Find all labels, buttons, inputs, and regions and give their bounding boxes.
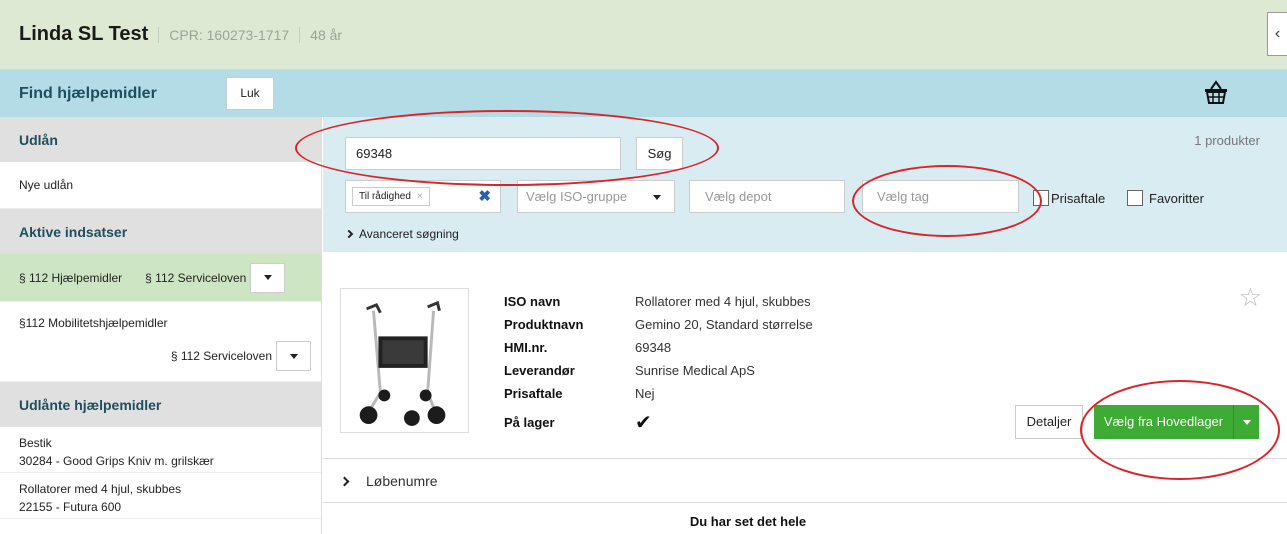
chevron-left-icon[interactable]: ‹ — [1267, 12, 1287, 56]
attribute-value: Sunrise Medical ApS — [635, 363, 755, 378]
attribute-row: Prisaftale Nej — [504, 382, 813, 405]
sidebar-item-mobility[interactable]: §112 Mobilitetshjælpemidler § 112 Servic… — [0, 302, 321, 382]
sidebar-item-label: §112 Mobilitetshjælpemidler — [19, 316, 168, 330]
depot-select[interactable]: Vælg depot — [689, 180, 845, 213]
select-from-main-stock-button[interactable]: Vælg fra Hovedlager — [1094, 405, 1259, 439]
details-button[interactable]: Detaljer — [1015, 405, 1083, 439]
checkmark-icon: ✔ — [635, 411, 652, 434]
price-agreement-checkbox[interactable]: Prisaftale — [1033, 190, 1105, 206]
caret-down-icon — [653, 195, 661, 200]
attribute-label: Produktnavn — [504, 317, 584, 332]
basket-icon[interactable] — [1203, 79, 1229, 105]
sidebar-header-loans: Udlån — [0, 117, 321, 162]
patient-cpr: CPR: 160273-1717 — [158, 26, 289, 43]
patient-name: Linda SL Test — [19, 23, 149, 45]
find-bar: Find hjælpemidler Luk — [0, 70, 1287, 117]
sidebar-item-law: § 112 Serviceloven — [145, 270, 247, 285]
checkbox-label: Favoritter — [1149, 190, 1204, 206]
sidebar-item-label: § 112 Hjælpemidler — [19, 270, 123, 285]
chip-label: Til rådighed — [359, 191, 411, 202]
attribute-label: ISO navn — [504, 294, 561, 309]
attribute-value: Rollatorer med 4 hjul, skubbes — [635, 294, 811, 309]
sidebar-item-new-loans[interactable]: Nye udlån — [0, 162, 321, 209]
caret-down-icon[interactable] — [1243, 419, 1251, 425]
attribute-label: Leverandør — [504, 363, 575, 378]
attribute-label: HMI.nr. — [504, 340, 548, 355]
loan-category: Rollatorer med 4 hjul, skubbes — [19, 482, 182, 496]
availability-filter[interactable]: Til rådighed × ✖ — [345, 180, 501, 213]
serials-label: Løbenumre — [366, 473, 438, 489]
attribute-label: På lager — [504, 414, 555, 430]
attribute-row: Leverandør Sunrise Medical ApS — [504, 359, 813, 382]
dropdown-button[interactable] — [250, 262, 286, 293]
patient-age: 48 år — [299, 26, 342, 43]
attribute-row: ISO navn Rollatorer med 4 hjul, skubbes — [504, 290, 813, 313]
loan-category: Bestik — [19, 436, 52, 450]
sidebar-header-lent: Udlånte hjælpemidler — [0, 382, 321, 427]
select-button-label: Vælg fra Hovedlager — [1094, 405, 1234, 439]
attribute-value: 69348 — [635, 340, 672, 355]
advanced-label: Avanceret søgning — [359, 227, 459, 241]
page-title: Find hjælpemidler — [19, 84, 157, 102]
result-count: 1 produkter — [1194, 133, 1260, 148]
remove-chip-icon[interactable]: × — [417, 191, 423, 202]
advanced-search-toggle[interactable]: Avanceret søgning — [344, 227, 459, 241]
close-button[interactable]: Luk — [226, 77, 274, 110]
sidebar: Udlån Nye udlån Aktive indsatser § 112 H… — [0, 117, 322, 534]
dropdown-button[interactable] — [276, 341, 311, 371]
serial-numbers-toggle[interactable]: Løbenumre — [323, 460, 1287, 503]
search-button[interactable]: Søg — [636, 137, 683, 170]
sidebar-item-law: § 112 Serviceloven — [170, 349, 272, 363]
loan-item: 30284 - Good Grips Kniv m. grilskær — [19, 454, 214, 468]
attribute-row: HMI.nr. 69348 — [504, 336, 813, 359]
chevron-right-icon — [344, 229, 354, 239]
attribute-value: Gemino 20, Standard størrelse — [635, 317, 813, 332]
checkbox-box[interactable] — [1033, 190, 1049, 206]
attribute-row: På lager ✔ — [504, 405, 813, 439]
filter-panel: 69348 Søg 1 produkter Til rådighed × ✖ Væ… — [323, 117, 1287, 252]
product-attributes: ISO navn Rollatorer med 4 hjul, skubbes P… — [504, 290, 813, 439]
patient-bar: Linda SL Test CPR: 160273-1717 48 år ‹ — [0, 0, 1287, 70]
checkbox-label: Prisaftale — [1051, 190, 1106, 206]
caret-down-icon — [263, 275, 272, 280]
list-item[interactable]: Bestik 30284 - Good Grips Kniv m. grilsk… — [0, 427, 321, 473]
list-item[interactable]: Rollatorer med 4 hjul, skubbes 22155 - F… — [0, 473, 321, 519]
loan-item: 22155 - Futura 600 — [19, 500, 122, 514]
chevron-right-icon — [339, 476, 350, 486]
attribute-label: Prisaftale — [504, 386, 563, 401]
iso-placeholder: Vælg ISO-gruppe — [526, 189, 628, 204]
star-icon[interactable]: ☆ — [1239, 282, 1262, 313]
clear-icon[interactable]: ✖ — [478, 187, 491, 205]
sidebar-header-active: Aktive indsatser — [0, 209, 321, 254]
end-of-list-text: Du har set det hele — [689, 514, 807, 529]
product-image — [340, 288, 469, 433]
availability-chip: Til rådighed × — [352, 187, 430, 206]
attribute-value: Nej — [635, 386, 655, 401]
iso-group-select[interactable]: Vælg ISO-gruppe — [517, 180, 675, 213]
checkbox-box[interactable] — [1127, 190, 1143, 206]
caret-down-icon — [289, 353, 298, 359]
product-card: ISO navn Rollatorer med 4 hjul, skubbes P… — [323, 252, 1287, 459]
tag-select[interactable]: Vælg tag — [862, 180, 1019, 213]
attribute-row: Produktnavn Gemino 20, Standard størrelse — [504, 313, 813, 336]
favorites-checkbox[interactable]: Favoritter — [1127, 190, 1204, 206]
search-input[interactable]: 69348 — [345, 137, 621, 170]
sidebar-item-active-112[interactable]: § 112 Hjælpemidler § 112 Serviceloven — [0, 254, 321, 302]
